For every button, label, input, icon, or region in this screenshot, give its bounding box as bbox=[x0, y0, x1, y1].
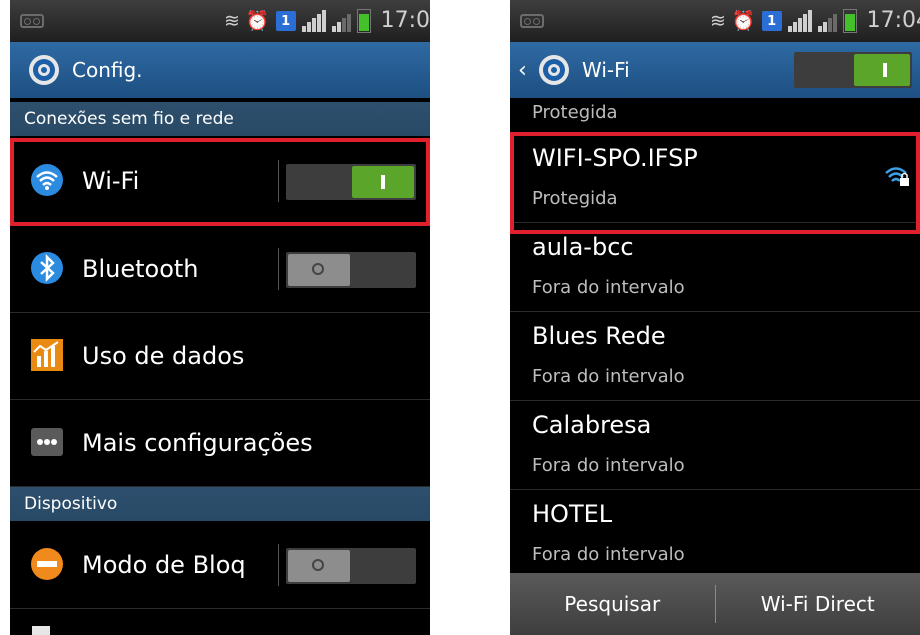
network-ssid: HOTEL bbox=[532, 500, 613, 528]
signal-2-icon bbox=[817, 10, 837, 32]
action-bar: Config. bbox=[10, 42, 430, 98]
settings-item-label: Modo de Bloq bbox=[82, 551, 246, 579]
toggle-knob bbox=[288, 550, 350, 582]
section-header-wireless: Conexões sem fio e rede bbox=[10, 102, 430, 136]
network-item[interactable]: Blues Rede Fora do intervalo bbox=[510, 312, 920, 401]
vibrate-icon: ≋ bbox=[224, 10, 240, 32]
more-icon bbox=[31, 428, 63, 456]
settings-screen: ≋ ⏰ 1 17:02 Config. Conexões sem fio e r… bbox=[10, 0, 430, 635]
settings-item-bluetooth[interactable]: Bluetooth bbox=[10, 226, 430, 313]
voicemail-icon bbox=[520, 14, 544, 28]
status-bar: ≋ ⏰ 1 17:02 bbox=[10, 0, 430, 42]
settings-item-block-mode[interactable]: Modo de Bloq bbox=[10, 522, 430, 609]
network-ssid: aula-bcc bbox=[532, 233, 634, 261]
settings-item-label: Uso de dados bbox=[82, 342, 245, 370]
network-status: Fora do intervalo bbox=[532, 544, 685, 565]
signal-2-icon bbox=[331, 10, 351, 32]
search-button[interactable]: Pesquisar bbox=[510, 573, 715, 635]
network-status: Fora do intervalo bbox=[532, 277, 685, 298]
network-ssid: Blues Rede bbox=[532, 322, 666, 350]
wifi-screen: ≋ ⏰ 1 17:04 ‹ Wi-Fi Protegida WIFI-SPO.I… bbox=[510, 0, 920, 635]
highlight-box bbox=[10, 138, 430, 226]
clock: 17:02 bbox=[380, 8, 430, 33]
network-status: Protegida bbox=[532, 102, 618, 123]
network-status: Fora do intervalo bbox=[532, 366, 685, 387]
voicemail-icon bbox=[20, 14, 44, 28]
settings-item-label: Mais configurações bbox=[82, 429, 313, 457]
battery-icon bbox=[356, 9, 371, 33]
signal-icon bbox=[301, 10, 326, 32]
bluetooth-toggle[interactable] bbox=[286, 252, 416, 288]
settings-item-label: Bluetooth bbox=[82, 255, 199, 283]
battery-icon bbox=[842, 9, 857, 33]
settings-item-data-usage[interactable]: Uso de dados bbox=[10, 313, 430, 400]
alarm-icon: ⏰ bbox=[245, 10, 270, 32]
data-usage-icon bbox=[31, 339, 63, 371]
toggle-knob bbox=[288, 254, 350, 286]
bluetooth-icon bbox=[31, 252, 63, 284]
wifi-direct-button[interactable]: Wi-Fi Direct bbox=[716, 573, 920, 635]
divider bbox=[278, 544, 279, 586]
sim-icon: 1 bbox=[761, 11, 782, 31]
settings-gear-icon[interactable] bbox=[536, 52, 572, 88]
page-title: Config. bbox=[72, 58, 143, 82]
network-status: Fora do intervalo bbox=[532, 455, 685, 476]
network-item[interactable]: Calabresa Fora do intervalo bbox=[510, 401, 920, 490]
block-mode-toggle[interactable] bbox=[286, 548, 416, 584]
vibrate-icon: ≋ bbox=[710, 10, 726, 32]
section-header-device: Dispositivo bbox=[10, 487, 430, 521]
settings-gear-icon[interactable] bbox=[26, 52, 62, 88]
divider bbox=[278, 248, 279, 290]
partial-icon bbox=[32, 626, 50, 635]
toggle-knob bbox=[854, 54, 910, 86]
block-mode-icon bbox=[31, 548, 63, 580]
bottom-action-bar: Pesquisar Wi-Fi Direct bbox=[510, 573, 920, 635]
status-bar: ≋ ⏰ 1 17:04 bbox=[510, 0, 920, 42]
network-item-partial[interactable]: Protegida bbox=[510, 98, 920, 133]
action-bar: ‹ Wi-Fi bbox=[510, 42, 920, 98]
highlight-box bbox=[510, 132, 920, 234]
network-ssid: Calabresa bbox=[532, 411, 652, 439]
clock: 17:04 bbox=[866, 8, 920, 33]
network-item[interactable]: aula-bcc Fora do intervalo bbox=[510, 223, 920, 312]
sim-icon: 1 bbox=[275, 11, 296, 31]
signal-icon bbox=[787, 10, 812, 32]
network-item[interactable]: HOTEL Fora do intervalo bbox=[510, 490, 920, 578]
settings-item-more[interactable]: Mais configurações bbox=[10, 400, 430, 487]
wifi-master-toggle[interactable] bbox=[794, 52, 912, 88]
page-title: Wi-Fi bbox=[582, 58, 630, 82]
alarm-icon: ⏰ bbox=[731, 10, 756, 32]
back-icon[interactable]: ‹ bbox=[518, 58, 532, 83]
